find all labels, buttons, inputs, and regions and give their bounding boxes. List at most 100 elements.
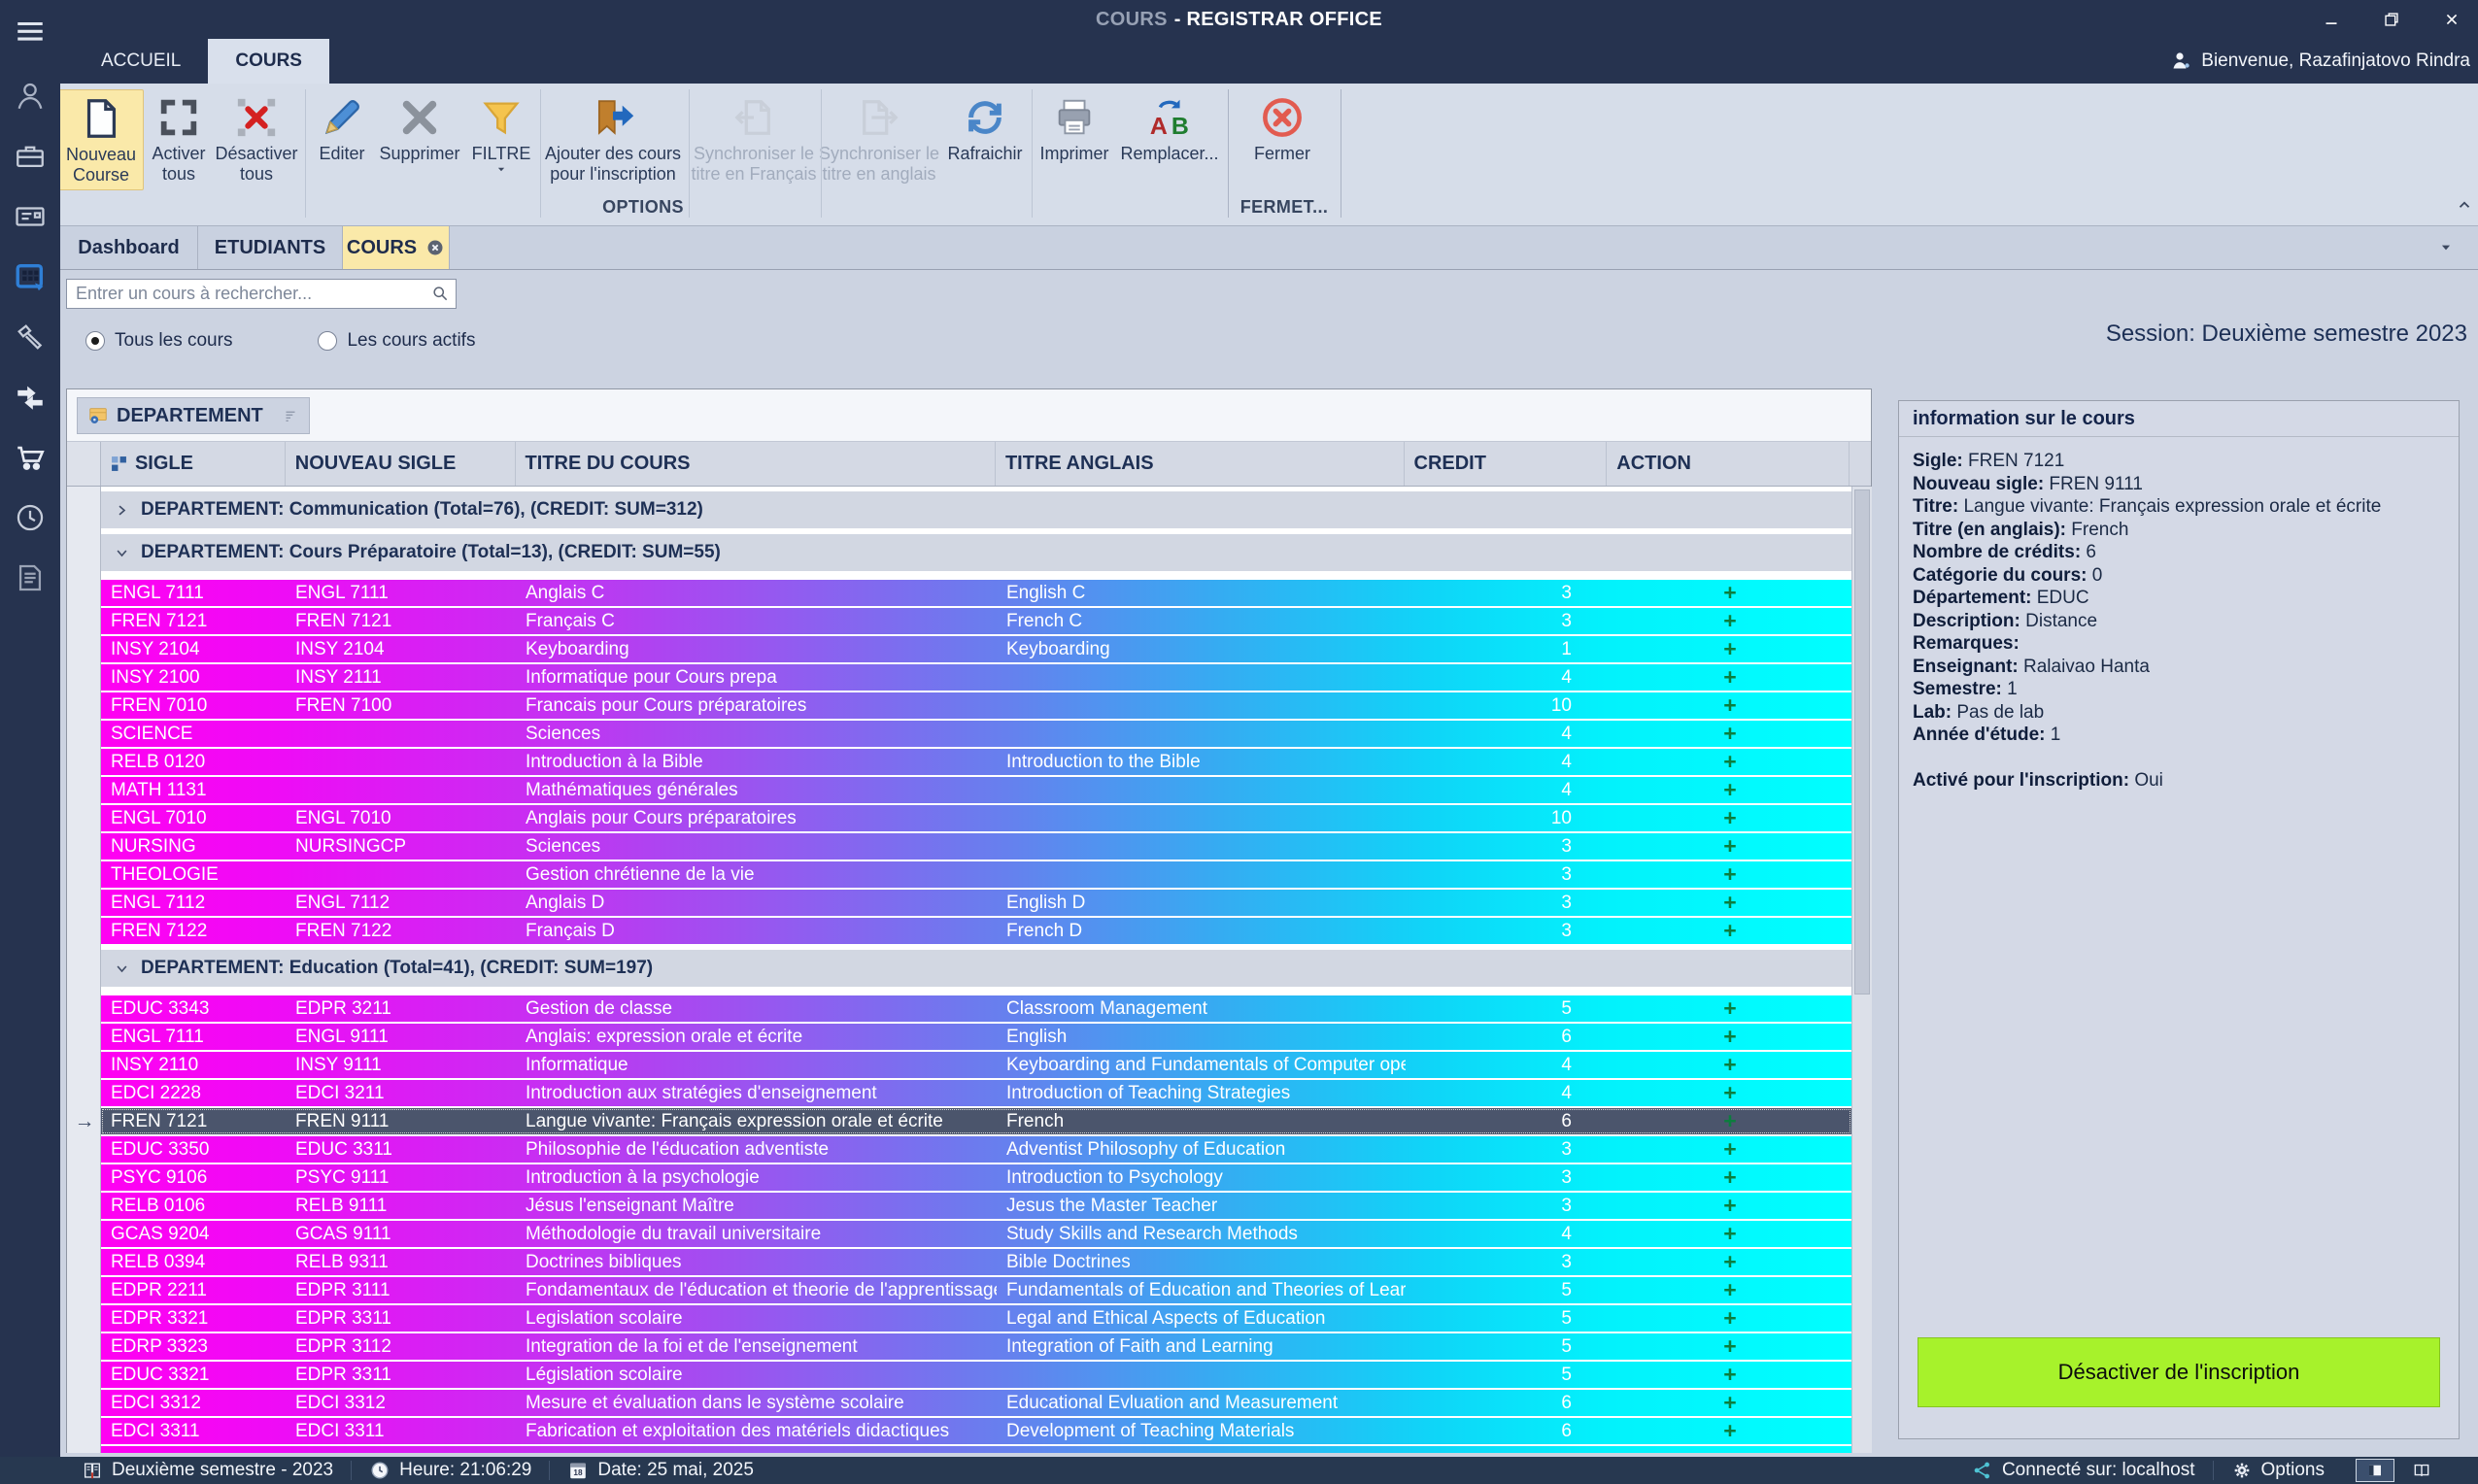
- imprimer-button[interactable]: Imprimer: [1031, 89, 1118, 190]
- briefcase-icon[interactable]: [12, 138, 49, 175]
- add-to-inscription-button[interactable]: +: [1723, 892, 1736, 914]
- course-row[interactable]: EDUC 3321EDPR 3311Législation scolaire5+: [101, 1362, 1851, 1388]
- restore-button[interactable]: [2375, 5, 2408, 34]
- search-input[interactable]: [66, 279, 457, 309]
- tab-etudiants[interactable]: ETUDIANTS: [198, 226, 343, 269]
- add-to-inscription-button[interactable]: +: [1723, 779, 1736, 801]
- add-to-inscription-button[interactable]: +: [1723, 1110, 1736, 1132]
- filtre-button[interactable]: FILTRE: [464, 89, 538, 190]
- add-to-inscription-button[interactable]: +: [1723, 1026, 1736, 1048]
- column-header-titre-du-cours[interactable]: TITRE DU COURS: [516, 442, 996, 486]
- add-to-inscription-button[interactable]: +: [1723, 694, 1736, 717]
- tab-list-dropdown-icon[interactable]: [2439, 242, 2453, 253]
- radio-les-cours-actifs[interactable]: Les cours actifs: [318, 328, 475, 354]
- add-to-inscription-button[interactable]: +: [1723, 807, 1736, 829]
- add-to-inscription-button[interactable]: +: [1723, 1223, 1736, 1245]
- desactiver-tous-button[interactable]: Désactivertous: [214, 89, 299, 190]
- add-to-inscription-button[interactable]: +: [1723, 1195, 1736, 1217]
- mail-icon[interactable]: [12, 198, 49, 235]
- clock-icon[interactable]: [12, 499, 49, 536]
- group-row-departement-education[interactable]: DEPARTEMENT: Education (Total=41), (CRED…: [101, 950, 1851, 987]
- reader-icon[interactable]: [2408, 1459, 2435, 1482]
- course-row[interactable]: EDUC 3350EDUC 3311Philosophie de l'éduca…: [101, 1136, 1851, 1163]
- course-row[interactable]: EDCI 3312EDCI 3312Mesure et évaluation d…: [101, 1390, 1851, 1416]
- add-to-inscription-button[interactable]: +: [1723, 1138, 1736, 1161]
- remplacer-button[interactable]: ABRemplacer...: [1121, 89, 1218, 190]
- course-row[interactable]: RELB 0394RELB 9311Doctrines bibliquesBib…: [101, 1249, 1851, 1275]
- close-tab-icon[interactable]: [425, 238, 445, 257]
- course-row[interactable]: ENGL 7010ENGL 7010Anglais pour Cours pré…: [101, 805, 1851, 831]
- course-row[interactable]: RELB 0120Introduction à la BibleIntroduc…: [101, 749, 1851, 775]
- group-row-departement-cours-preparatoire[interactable]: DEPARTEMENT: Cours Préparatoire (Total=1…: [101, 534, 1851, 571]
- course-row[interactable]: EDCI 3311EDCI 3311Fabrication et exploit…: [101, 1418, 1851, 1444]
- add-to-inscription-button[interactable]: +: [1723, 1166, 1736, 1189]
- add-to-inscription-button[interactable]: +: [1723, 1251, 1736, 1273]
- course-row[interactable]: FREN 7121FREN 9111Langue vivante: França…: [101, 1108, 1851, 1134]
- user-icon[interactable]: [12, 78, 49, 115]
- add-to-inscription-button[interactable]: +: [1723, 997, 1736, 1020]
- add-to-inscription-button[interactable]: +: [1723, 1279, 1736, 1301]
- add-to-inscription-button[interactable]: +: [1723, 723, 1736, 745]
- course-row[interactable]: SCIENCESciences4+: [101, 721, 1851, 747]
- add-to-inscription-button[interactable]: +: [1723, 1082, 1736, 1104]
- minimize-button[interactable]: [2315, 5, 2348, 34]
- ajouter-des-cours-pour-l-inscription-button[interactable]: Ajouter des courspour l'inscription: [539, 89, 687, 190]
- course-row[interactable]: ENGL 7111ENGL 7111Anglais CEnglish C3+: [101, 580, 1851, 606]
- add-to-inscription-button[interactable]: +: [1723, 1307, 1736, 1330]
- supprimer-button[interactable]: Supprimer: [376, 89, 463, 190]
- column-header-titre-anglais[interactable]: TITRE ANGLAIS: [996, 442, 1405, 486]
- sort-order-icon[interactable]: [282, 407, 299, 424]
- column-header-action[interactable]: ACTION: [1607, 442, 1850, 486]
- add-to-inscription-button[interactable]: +: [1723, 863, 1736, 886]
- course-row[interactable]: INSY 2100INSY 2111Informatique pour Cour…: [101, 664, 1851, 691]
- course-row[interactable]: EDRP 3323EDPR 3112Integration de la foi …: [101, 1333, 1851, 1360]
- nouveau-course-button[interactable]: NouveauCourse: [58, 89, 144, 190]
- course-row[interactable]: INSY 2104INSY 2104KeyboardingKeyboarding…: [101, 636, 1851, 662]
- course-row[interactable]: FREN 7122FREN 7122Français DFrench D3+: [101, 918, 1851, 944]
- add-to-inscription-button[interactable]: +: [1723, 666, 1736, 689]
- course-row[interactable]: ENGL 7112ENGL 7112Anglais DEnglish D3+: [101, 890, 1851, 916]
- editer-button[interactable]: Editer: [309, 89, 375, 190]
- course-row[interactable]: EDPR 2211EDPR 3111Fondamentaux de l'éduc…: [101, 1277, 1851, 1303]
- add-to-inscription-button[interactable]: +: [1723, 1420, 1736, 1442]
- add-to-inscription-button[interactable]: +: [1723, 920, 1736, 942]
- status-options[interactable]: Options: [2214, 1457, 2342, 1484]
- vertical-scrollbar[interactable]: [1851, 487, 1872, 1453]
- tab-cours[interactable]: COURS: [343, 226, 450, 269]
- fermer-button[interactable]: Fermer: [1237, 89, 1328, 190]
- column-header-nouveau-sigle[interactable]: NOUVEAU SIGLE: [286, 442, 516, 486]
- transfer-icon[interactable]: [12, 379, 49, 416]
- column-header-sigle[interactable]: SIGLE: [101, 442, 286, 486]
- cart-icon[interactable]: [12, 439, 49, 476]
- add-to-inscription-button[interactable]: +: [1723, 582, 1736, 604]
- radio-tous-les-cours[interactable]: Tous les cours: [85, 328, 232, 354]
- layout-panel-icon[interactable]: [2356, 1459, 2394, 1482]
- course-row[interactable]: RELB 0106RELB 9111Jésus l'enseignant Maî…: [101, 1193, 1851, 1219]
- group-by-chip[interactable]: DEPARTEMENT: [77, 397, 310, 434]
- course-row[interactable]: GCAS 9204GCAS 9111Méthodologie du travai…: [101, 1221, 1851, 1247]
- course-row[interactable]: PSYC 9106PSYC 9111Introduction à la psyc…: [101, 1164, 1851, 1191]
- rafraichir-button[interactable]: Rafraichir: [944, 89, 1026, 190]
- add-to-inscription-button[interactable]: +: [1723, 751, 1736, 773]
- course-row[interactable]: MATH 1131Mathématiques générales4+: [101, 777, 1851, 803]
- course-row[interactable]: FREN 7010FREN 7100Francais pour Cours pr…: [101, 692, 1851, 719]
- vertical-scrollbar-thumb[interactable]: [1854, 489, 1870, 995]
- add-to-inscription-button[interactable]: +: [1723, 638, 1736, 660]
- course-row[interactable]: EDPR 3321EDPR 3311Legislation scolaireLe…: [101, 1305, 1851, 1332]
- add-to-inscription-button[interactable]: +: [1723, 610, 1736, 632]
- course-row[interactable]: INSY 2110INSY 9111InformatiqueKeyboardin…: [101, 1052, 1851, 1078]
- course-row[interactable]: FREN 7121FREN 7121Français CFrench C3+: [101, 608, 1851, 634]
- menu-icon[interactable]: [12, 14, 49, 51]
- course-row-partial[interactable]: [101, 1446, 1851, 1453]
- toggle-inscription-button[interactable]: Désactiver de l'inscription: [1918, 1337, 2440, 1407]
- column-header-credit[interactable]: CREDIT: [1405, 442, 1608, 486]
- add-to-inscription-button[interactable]: +: [1723, 1335, 1736, 1358]
- add-to-inscription-button[interactable]: +: [1723, 1364, 1736, 1386]
- tools-icon[interactable]: [12, 319, 49, 355]
- report-icon[interactable]: [12, 559, 49, 596]
- activer-tous-button[interactable]: Activertous: [142, 89, 216, 190]
- ribbon-collapse-button[interactable]: [2456, 196, 2473, 214]
- planner-icon[interactable]: [12, 258, 49, 295]
- course-row[interactable]: THEOLOGIEGestion chrétienne de la vie3+: [101, 861, 1851, 888]
- add-to-inscription-button[interactable]: +: [1723, 835, 1736, 858]
